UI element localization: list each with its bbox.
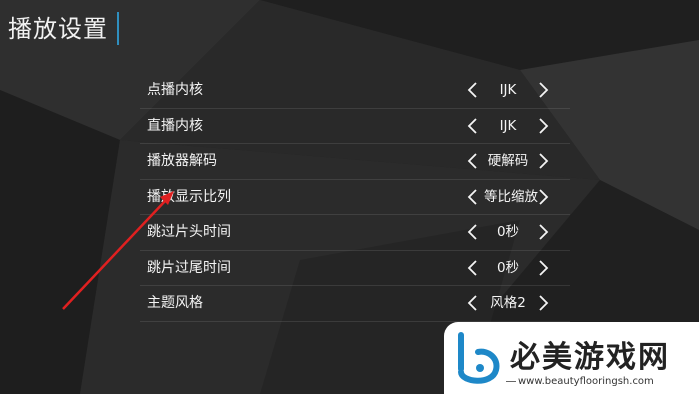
chevron-right-icon[interactable]: [532, 291, 556, 315]
setting-value: 0秒: [496, 259, 520, 276]
setting-label: 播放器解码: [147, 153, 217, 169]
setting-row-live-core[interactable]: 直播内核 IJK: [140, 109, 570, 144]
watermark-logo-icon: [458, 332, 500, 384]
setting-value: 风格2: [490, 295, 526, 311]
title-accent-bar: [117, 12, 119, 45]
chevron-left-icon[interactable]: [460, 149, 484, 173]
setting-label: 主题风格: [147, 295, 203, 311]
chevron-left-icon[interactable]: [460, 220, 484, 244]
chevron-left-icon[interactable]: [460, 114, 484, 138]
chevron-left-icon[interactable]: [460, 185, 484, 209]
chevron-right-icon[interactable]: [532, 114, 556, 138]
chevron-right-icon[interactable]: [532, 78, 556, 102]
setting-value: 等比缩放: [484, 188, 538, 205]
setting-value: IJK: [499, 82, 517, 98]
setting-label: 跳片过尾时间: [147, 259, 231, 276]
setting-row-aspect-ratio[interactable]: 播放显示比列 等比缩放: [140, 180, 570, 215]
chevron-left-icon[interactable]: [460, 256, 484, 280]
setting-row-skip-intro[interactable]: 跳过片头时间 0秒: [140, 215, 570, 251]
setting-value: 硬解码: [487, 153, 529, 169]
setting-label: 点播内核: [147, 82, 203, 98]
setting-value: 0秒: [496, 224, 520, 240]
watermark: 必美游戏网 www.beautyflooringsh.com: [444, 322, 699, 394]
setting-row-skip-outro[interactable]: 跳片过尾时间 0秒: [140, 251, 570, 286]
page-title: 播放设置: [8, 15, 108, 43]
watermark-divider: [506, 381, 516, 382]
watermark-url: www.beautyflooringsh.com: [518, 376, 654, 387]
setting-row-theme[interactable]: 主题风格 风格2: [140, 286, 570, 322]
setting-label: 直播内核: [147, 117, 203, 134]
setting-row-vod-core[interactable]: 点播内核 IJK: [140, 73, 570, 109]
setting-label: 播放显示比列: [147, 188, 231, 205]
chevron-right-icon[interactable]: [532, 220, 556, 244]
chevron-right-icon[interactable]: [532, 185, 556, 209]
chevron-left-icon[interactable]: [460, 78, 484, 102]
watermark-name: 必美游戏网: [510, 340, 670, 375]
chevron-right-icon[interactable]: [532, 149, 556, 173]
settings-list: 点播内核 IJK 直播内核 IJK 播放器解码 硬解码 播放显示比列 等比缩放 …: [140, 73, 570, 322]
chevron-right-icon[interactable]: [532, 256, 556, 280]
chevron-left-icon[interactable]: [460, 291, 484, 315]
setting-row-decoder[interactable]: 播放器解码 硬解码: [140, 144, 570, 180]
setting-value: IJK: [499, 117, 517, 134]
setting-label: 跳过片头时间: [147, 224, 231, 240]
